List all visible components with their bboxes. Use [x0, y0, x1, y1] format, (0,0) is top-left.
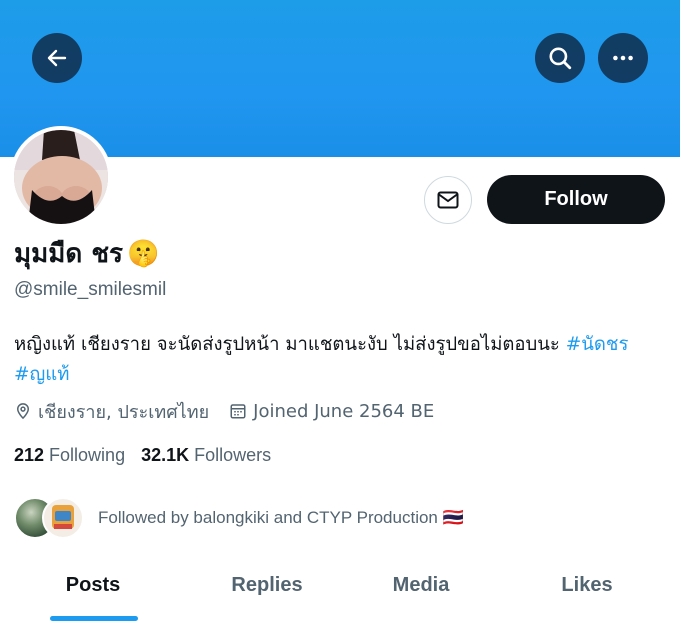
display-name-text: มุมมืด ชร [14, 239, 123, 269]
following-count: 212 [14, 445, 45, 465]
tab-label: Likes [561, 574, 613, 596]
active-tab-indicator [50, 616, 138, 621]
more-button[interactable] [598, 33, 648, 83]
bio-hashtag[interactable]: #นัดชร [566, 334, 629, 355]
message-button[interactable] [424, 176, 472, 224]
followers-count: 32.1K [141, 445, 190, 465]
shushing-face-emoji: 🤫 [126, 239, 160, 269]
back-button[interactable] [32, 33, 82, 83]
search-button[interactable] [535, 33, 585, 83]
follower-avatar [42, 497, 84, 539]
mail-icon [437, 191, 459, 209]
follow-button[interactable]: Follow [487, 175, 665, 224]
followed-by-text: Followed by balongkiki and CTYP Producti… [98, 508, 464, 527]
following-link[interactable]: 212 Following [14, 445, 125, 466]
profile-tabs: Posts Replies Media Likes [0, 566, 680, 621]
joined-item: Joined June 2564 BE [229, 401, 434, 422]
tab-replies[interactable]: Replies [186, 566, 348, 621]
location-item: เชียงราย, ประเทศไทย [14, 397, 209, 426]
tab-media[interactable]: Media [348, 566, 494, 621]
profile-avatar[interactable] [10, 126, 112, 228]
tab-label: Media [392, 574, 450, 596]
followed-by-row[interactable]: Followed by balongkiki and CTYP Producti… [14, 495, 464, 541]
profile-banner[interactable] [0, 0, 680, 157]
search-icon [549, 47, 572, 70]
bio-hashtag[interactable]: #ญแท้ [14, 364, 69, 385]
follow-counts: 212 Following 32.1K Followers [14, 445, 287, 466]
username-handle: @smile_smilesmil [14, 279, 167, 300]
avatar-photo [14, 130, 108, 224]
profile-meta: เชียงราย, ประเทศไทย Joined June 2564 BE [14, 398, 454, 424]
followers-link[interactable]: 32.1K Followers [141, 445, 271, 466]
followers-label: Followers [194, 445, 272, 465]
bio-text: หญิงแท้ เชียงราย จะนัดส่งรูปหน้า มาแชตนะ… [14, 334, 566, 355]
location-pin-icon [16, 403, 30, 420]
display-name: มุมมืด ชร 🤫 [14, 236, 159, 272]
tab-label: Replies [231, 574, 303, 596]
tab-posts[interactable]: Posts [0, 566, 186, 621]
following-label: Following [49, 445, 126, 465]
arrow-left-icon [47, 49, 67, 67]
location-text: เชียงราย, ประเทศไทย [38, 401, 210, 423]
calendar-icon [230, 404, 246, 419]
joined-text: Joined June 2564 BE [253, 400, 435, 422]
more-horizontal-icon [613, 55, 633, 61]
ctyp-logo [52, 505, 74, 529]
tab-label: Posts [65, 574, 121, 596]
profile-bio: หญิงแท้ เชียงราย จะนัดส่งรูปหน้า มาแชตนะ… [14, 330, 664, 390]
tab-likes[interactable]: Likes [494, 566, 680, 621]
